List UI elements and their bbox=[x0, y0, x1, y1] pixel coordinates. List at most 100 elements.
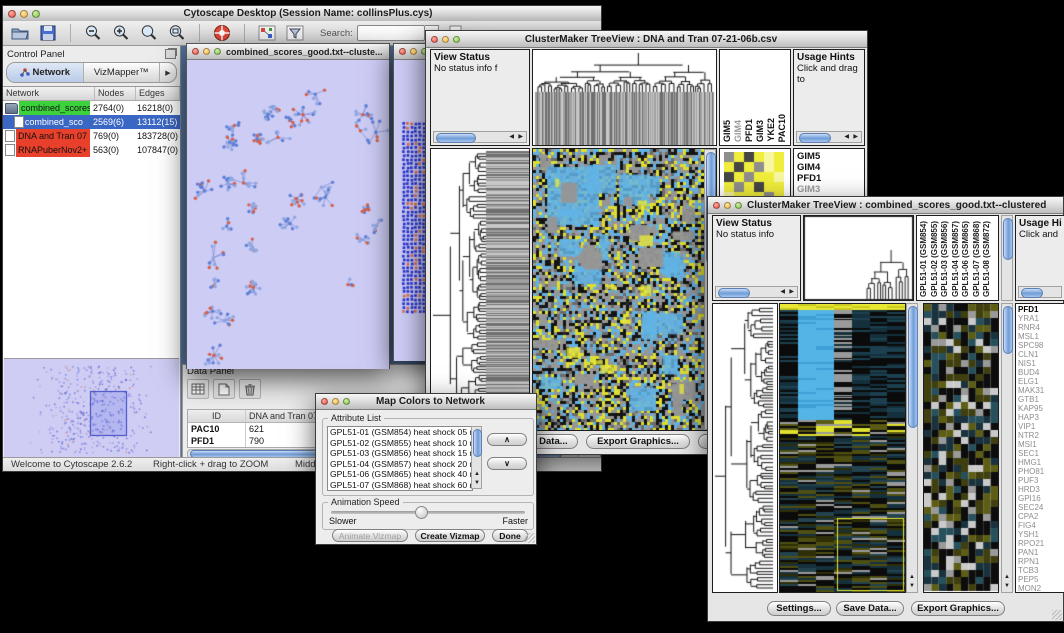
settings-button[interactable]: Settings... bbox=[767, 601, 831, 616]
speed-slider-track[interactable] bbox=[331, 511, 525, 514]
treeview1-titlebar[interactable]: ClusterMaker TreeView : DNA and Tran 07-… bbox=[426, 31, 867, 48]
network-row[interactable]: DNA and Tran 07 769(0) 183728(0) bbox=[3, 129, 180, 143]
network-row[interactable]: combined_scores_ 2764(0) 16218(0) bbox=[3, 101, 180, 115]
heatmap-canvas[interactable] bbox=[780, 304, 905, 592]
network-view-titlebar[interactable]: combined_scores_good.txt--cluste... bbox=[187, 44, 389, 60]
zoom-heatmap-panel[interactable] bbox=[923, 303, 999, 593]
resize-grip[interactable] bbox=[1052, 610, 1062, 620]
open-session-button[interactable] bbox=[9, 23, 31, 43]
tab-overflow-button[interactable]: ▶ bbox=[160, 63, 176, 82]
zoom-fit-button[interactable] bbox=[138, 23, 160, 43]
search-input[interactable] bbox=[357, 25, 425, 41]
row-dendrogram-panel[interactable] bbox=[712, 303, 778, 593]
window-controls bbox=[708, 202, 747, 209]
delete-attribute-button[interactable] bbox=[239, 379, 261, 399]
minimize-button[interactable] bbox=[332, 398, 339, 405]
column-dendrogram-canvas[interactable] bbox=[804, 216, 913, 300]
scroll-left-arrow[interactable]: ◀ bbox=[509, 132, 514, 142]
network-canvas[interactable] bbox=[187, 60, 389, 369]
zoom-in-button[interactable] bbox=[110, 23, 132, 43]
zoom-heatmap-canvas[interactable] bbox=[924, 304, 998, 592]
col-id[interactable]: ID bbox=[188, 410, 246, 422]
scroll-down-arrow[interactable]: ▼ bbox=[474, 478, 480, 488]
gene-label: CLN1 bbox=[1018, 350, 1063, 359]
resize-grip[interactable] bbox=[525, 533, 535, 543]
move-up-button[interactable]: ∧ bbox=[487, 433, 527, 446]
minimize-button[interactable] bbox=[410, 48, 417, 55]
attribute-list[interactable]: GPL51-01 (GSM854) heat shock 05 minGPL51… bbox=[327, 426, 473, 491]
minimize-button[interactable] bbox=[203, 48, 210, 55]
close-button[interactable] bbox=[431, 36, 438, 43]
zoom-button[interactable] bbox=[735, 202, 742, 209]
scroll-right-arrow[interactable]: ▶ bbox=[789, 287, 794, 297]
heatmap-panel[interactable] bbox=[779, 303, 906, 593]
column-dendrogram-panel[interactable] bbox=[803, 215, 914, 301]
hscrollbar[interactable]: ◀ ▶ bbox=[715, 286, 798, 298]
move-down-button[interactable]: ∨ bbox=[487, 457, 527, 470]
scroll-left-arrow[interactable]: ◀ bbox=[780, 287, 785, 297]
column-dendrogram-canvas[interactable] bbox=[533, 50, 716, 145]
main-titlebar[interactable]: Cytoscape Desktop (Session Name: collins… bbox=[3, 6, 601, 22]
hscrollbar[interactable] bbox=[1018, 286, 1062, 298]
gene-label: RPO21 bbox=[1018, 539, 1063, 548]
close-button[interactable] bbox=[399, 48, 406, 55]
minimize-button[interactable] bbox=[20, 10, 28, 18]
column-label: GPL51-03 (GSM856) bbox=[940, 221, 950, 297]
network-overview-button[interactable] bbox=[256, 23, 278, 43]
list-vscrollbar[interactable]: ▲ ▼ bbox=[471, 426, 482, 489]
help-button[interactable] bbox=[211, 23, 233, 43]
labels-vscrollbar[interactable] bbox=[1001, 215, 1013, 301]
annotation-filter-button[interactable] bbox=[284, 23, 306, 43]
save-data-button[interactable]: Save Data... bbox=[836, 601, 904, 616]
zoom-button[interactable] bbox=[214, 48, 221, 55]
close-button[interactable] bbox=[713, 202, 720, 209]
heatmap-canvas[interactable] bbox=[533, 149, 704, 430]
hscrollbar[interactable]: ◀ ▶ bbox=[433, 131, 527, 143]
minimize-button[interactable] bbox=[724, 202, 731, 209]
float-panel-icon[interactable] bbox=[165, 49, 176, 59]
scroll-right-arrow[interactable]: ▶ bbox=[853, 132, 858, 142]
speed-slider-thumb[interactable] bbox=[415, 506, 428, 519]
tab-vizmapper[interactable]: VizMapper™ bbox=[84, 63, 161, 82]
save-session-button[interactable] bbox=[37, 23, 59, 43]
row-dendrogram-canvas[interactable] bbox=[431, 149, 529, 430]
row-dendrogram-canvas[interactable] bbox=[713, 304, 777, 592]
create-vizmap-button[interactable]: Create Vizmap bbox=[415, 529, 485, 542]
scroll-right-arrow[interactable]: ▶ bbox=[518, 132, 523, 142]
network-row-selected[interactable]: combined_sco 2569(6) 13112(15) bbox=[3, 115, 180, 129]
zoom-out-button[interactable] bbox=[82, 23, 104, 43]
zoom-button[interactable] bbox=[453, 36, 460, 43]
treeview2-titlebar[interactable]: ClusterMaker TreeView : combined_scores_… bbox=[708, 197, 1063, 214]
network-overview-panel[interactable] bbox=[4, 358, 179, 459]
zoom-selected-button[interactable] bbox=[166, 23, 188, 43]
hscrollbar[interactable]: ◀ ▶ bbox=[796, 131, 862, 143]
scroll-left-arrow[interactable]: ◀ bbox=[844, 132, 849, 142]
col-nodes[interactable]: Nodes bbox=[95, 87, 136, 100]
scroll-down-arrow[interactable]: ▼ bbox=[1004, 581, 1010, 591]
network-row[interactable]: RNAPuberNov2+ 563(0) 107847(0) bbox=[3, 143, 180, 157]
export-graphics-button[interactable]: Export Graphics... bbox=[911, 601, 1005, 616]
zoom-button[interactable] bbox=[32, 10, 40, 18]
export-graphics-button[interactable]: Export Graphics... bbox=[586, 434, 690, 449]
done-button[interactable]: Done bbox=[492, 529, 528, 542]
scroll-down-arrow[interactable]: ▼ bbox=[909, 581, 915, 591]
col-edges[interactable]: Edges bbox=[136, 87, 180, 100]
gene-label: MAK31 bbox=[1018, 386, 1063, 395]
close-button[interactable] bbox=[192, 48, 199, 55]
column-dendrogram-panel[interactable] bbox=[532, 49, 717, 146]
genes-vscrollbar[interactable]: ▲ ▼ bbox=[1001, 303, 1013, 593]
minimize-button[interactable] bbox=[442, 36, 449, 43]
heatmap-panel[interactable]: ▲ ▼ bbox=[532, 148, 717, 431]
close-button[interactable] bbox=[321, 398, 328, 405]
heatmap-vscrollbar[interactable]: ▲ ▼ bbox=[906, 303, 918, 593]
tab-network[interactable]: Network bbox=[7, 63, 84, 82]
zoom-button[interactable] bbox=[343, 398, 350, 405]
attribute-item: GPL51-03 (GSM856) heat shock 15 min bbox=[328, 448, 472, 459]
row-dendrogram-panel[interactable] bbox=[430, 148, 530, 431]
col-network[interactable]: Network bbox=[3, 87, 95, 100]
new-attribute-button[interactable] bbox=[213, 379, 235, 399]
select-attributes-button[interactable] bbox=[187, 379, 209, 399]
close-button[interactable] bbox=[8, 10, 16, 18]
dialog-titlebar[interactable]: Map Colors to Network bbox=[316, 394, 536, 410]
overview-canvas[interactable] bbox=[4, 359, 177, 457]
